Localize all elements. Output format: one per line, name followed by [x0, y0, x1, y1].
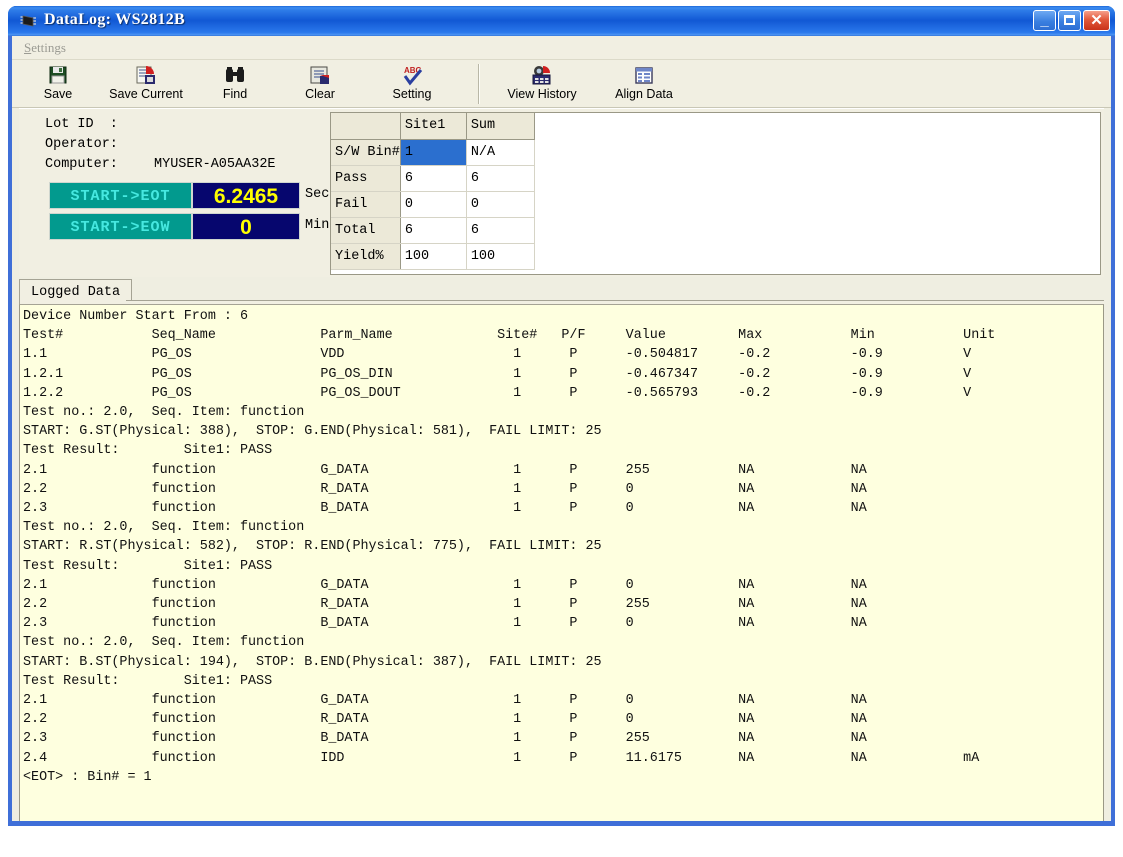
clear-button[interactable]: Clear — [289, 62, 351, 105]
lot-id-label: Lot ID : — [45, 117, 118, 132]
table-row[interactable]: Yield% 100 100 — [331, 243, 534, 269]
find-button[interactable]: Find — [205, 62, 265, 105]
view-history-label: View History — [492, 87, 592, 101]
client-area: Settings Save — [12, 36, 1111, 821]
summary-table: Site1 Sum S/W Bin# 1 N/A Pass 6 6 Fail — [331, 113, 535, 270]
toolbar-separator — [478, 64, 480, 104]
log-text: Device Number Start From : 6 Test# Seq_N… — [23, 307, 995, 787]
close-icon: ✕ — [1084, 11, 1109, 31]
row-label-pass: Pass — [331, 165, 400, 191]
cell-yield-sum[interactable]: 100 — [466, 243, 534, 269]
minimize-icon: _ — [1034, 14, 1055, 28]
cell-total-site1[interactable]: 6 — [400, 217, 466, 243]
table-row[interactable]: S/W Bin# 1 N/A — [331, 139, 534, 165]
menu-item-settings[interactable]: Settings — [20, 39, 70, 57]
save-current-label: Save Current — [92, 87, 200, 101]
cell-pass-site1[interactable]: 6 — [400, 165, 466, 191]
row-label-swbin: S/W Bin# — [331, 139, 400, 165]
led-start-eow-unit: Min — [305, 218, 329, 233]
table-row[interactable]: Total 6 6 — [331, 217, 534, 243]
cell-swbin-sum[interactable]: N/A — [466, 139, 534, 165]
find-label: Find — [205, 87, 265, 101]
menu-settings-label: ettings — [31, 40, 66, 55]
cell-yield-site1[interactable]: 100 — [400, 243, 466, 269]
save-current-icon — [134, 64, 158, 86]
row-label-total: Total — [331, 217, 400, 243]
floppy-disk-icon — [46, 64, 70, 86]
row-label-fail: Fail — [331, 191, 400, 217]
computer-label: Computer: — [45, 157, 118, 172]
col-header-sum: Sum — [466, 113, 534, 139]
save-current-button[interactable]: Save Current — [92, 62, 200, 105]
row-label-yield: Yield% — [331, 243, 400, 269]
led-start-eow-label: START->EOW — [49, 213, 192, 240]
led-start-eot-label: START->EOT — [49, 182, 192, 209]
computer-value: MYUSER-A05AA32E — [154, 157, 276, 172]
operator-label: Operator: — [45, 137, 118, 152]
led-start-eow: START->EOW 0 Min — [49, 213, 349, 240]
align-data-label: Align Data — [600, 87, 688, 101]
maximize-icon — [1064, 15, 1075, 25]
cell-pass-sum[interactable]: 6 — [466, 165, 534, 191]
maximize-button[interactable] — [1058, 10, 1081, 31]
cell-total-sum[interactable]: 6 — [466, 217, 534, 243]
save-label: Save — [28, 87, 88, 101]
table-row[interactable]: Fail 0 0 — [331, 191, 534, 217]
align-data-button[interactable]: Align Data — [600, 62, 688, 105]
save-button[interactable]: Save — [28, 62, 88, 105]
window-title: DataLog: WS2812B — [44, 11, 185, 29]
toolbar: Save Save Current — [12, 60, 1111, 108]
log-output-panel[interactable]: Device Number Start From : 6 Test# Seq_N… — [19, 304, 1104, 821]
align-data-grid-icon — [632, 64, 656, 86]
col-header-blank — [331, 113, 400, 139]
menu-bar: Settings — [12, 36, 1111, 60]
cell-fail-site1[interactable]: 0 — [400, 191, 466, 217]
led-start-eot: START->EOT 6.2465 Sec — [49, 182, 349, 209]
cell-swbin-site1[interactable]: 1 — [400, 139, 466, 165]
led-start-eot-unit: Sec — [305, 187, 329, 202]
view-history-button[interactable]: View History — [492, 62, 592, 105]
tab-logged-data[interactable]: Logged Data — [19, 279, 132, 305]
table-row[interactable]: Pass 6 6 — [331, 165, 534, 191]
setting-label: Setting — [374, 87, 450, 101]
chip-icon — [20, 13, 37, 29]
led-start-eot-value: 6.2465 — [192, 182, 300, 209]
info-panel: Lot ID : Operator: Computer: MYUSER-A05A… — [19, 108, 1104, 277]
minimize-button[interactable]: _ — [1033, 10, 1056, 31]
application-window: DataLog: WS2812B _ ✕ Settings — [8, 6, 1115, 826]
led-start-eow-value: 0 — [192, 213, 300, 240]
title-bar[interactable]: DataLog: WS2812B _ ✕ — [8, 6, 1115, 36]
clear-page-icon — [308, 64, 332, 86]
abc-check-icon: ABC — [400, 64, 424, 86]
cell-fail-sum[interactable]: 0 — [466, 191, 534, 217]
tab-strip: Logged Data — [19, 279, 1104, 306]
col-header-site1: Site1 — [400, 113, 466, 139]
clear-label: Clear — [289, 87, 351, 101]
table-header-row: Site1 Sum — [331, 113, 534, 139]
binoculars-icon — [223, 64, 247, 86]
setting-button[interactable]: ABC Setting — [374, 62, 450, 105]
summary-grid[interactable]: Site1 Sum S/W Bin# 1 N/A Pass 6 6 Fail — [330, 112, 1101, 275]
view-history-icon — [530, 64, 554, 86]
close-button[interactable]: ✕ — [1083, 10, 1110, 31]
